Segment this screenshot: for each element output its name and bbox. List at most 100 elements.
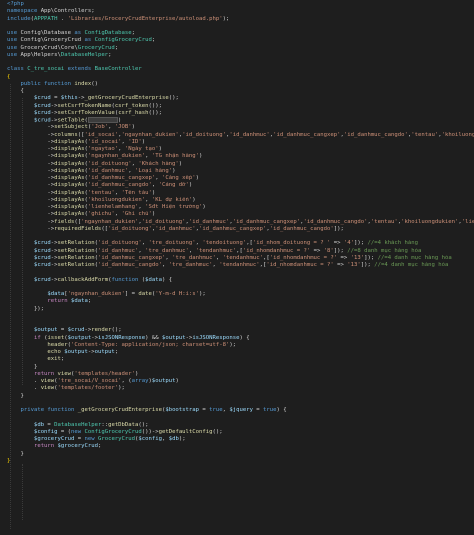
- code-line[interactable]: [7, 414, 474, 421]
- code-line[interactable]: private function _getGroceryCrudEnterpri…: [7, 407, 474, 414]
- code-line[interactable]: exit;: [7, 356, 474, 363]
- code-line[interactable]: namespace App\Controllers;: [7, 8, 474, 15]
- code-line[interactable]: if (isset($output->isJSONResponse) && $o…: [7, 335, 474, 342]
- code-token: DatabaseHelper: [54, 421, 102, 428]
- code-line[interactable]: ->displayAs('tentau', 'Tên tàu'): [7, 190, 474, 197]
- code-token: ,[: [263, 254, 270, 261]
- code-line[interactable]: use GroceryCrud\Core\GroceryCrud;: [7, 45, 474, 52]
- code-line[interactable]: }: [7, 451, 474, 458]
- code-line[interactable]: $crud = $this->_getGroceryCrudEnterprise…: [7, 95, 474, 102]
- code-line[interactable]: ->setSubject('Job', 'JOB'): [7, 124, 474, 131]
- code-token: $data: [71, 298, 88, 305]
- code-line[interactable]: }: [7, 458, 474, 465]
- code-line[interactable]: public function index(): [7, 81, 474, 88]
- code-line[interactable]: $crud->setRelation('id_danhmuc_cangxep',…: [7, 255, 474, 262]
- code-token: as: [74, 30, 85, 36]
- code-line[interactable]: {: [7, 88, 474, 95]
- code-line[interactable]: use App\Helpers\DatabaseHelper;: [7, 52, 474, 59]
- code-line[interactable]: ->displayAs('id_doituong', 'Khách hàng'): [7, 161, 474, 168]
- code-token: ;: [131, 30, 136, 36]
- code-line[interactable]: header('Content-Type: application/json; …: [7, 342, 474, 349]
- code-line[interactable]: ->displayAs('id_danhmuc', 'Loại hàng'): [7, 168, 474, 175]
- code-line[interactable]: }: [7, 393, 474, 400]
- code-token: ());: [148, 102, 162, 109]
- code-token: ;: [87, 298, 92, 305]
- code-line[interactable]: class C_tre_socai extends BaseController: [7, 66, 474, 73]
- code-token: 'ngaynhan_dukien': [67, 291, 125, 297]
- code-token: _getGroceryCrudEnterprise: [84, 95, 169, 102]
- code-line[interactable]: {: [7, 74, 474, 81]
- code-line[interactable]: [7, 313, 474, 320]
- code-line[interactable]: echo $output->output;: [7, 349, 474, 356]
- code-line[interactable]: $crud->setRelation('id_danhmuc', 'tre_da…: [7, 248, 474, 255]
- code-token: ] =: [124, 291, 139, 297]
- code-line[interactable]: }: [7, 364, 474, 371]
- code-line[interactable]: [7, 400, 474, 407]
- code-line[interactable]: $crud->setTable(): [7, 117, 474, 124]
- code-token: Config\GroceryCrud: [20, 37, 85, 44]
- code-line[interactable]: return $groceryCrud;: [7, 443, 474, 450]
- code-token: ,: [188, 247, 196, 254]
- code-line[interactable]: include(APPPATH . 'Libraries/GroceryCrud…: [7, 16, 474, 23]
- code-line[interactable]: ->displayAs('ghichu', 'Ghi chú'): [7, 211, 474, 218]
- code-line[interactable]: $crud->setCsrfTokenValue(csrf_hash());: [7, 110, 474, 117]
- code-token: render: [91, 327, 112, 334]
- code-editor[interactable]: <?php namespace App\Controllers; include(A…: [0, 0, 474, 535]
- code-token: csrf_hash: [118, 109, 149, 116]
- code-token: ->: [7, 196, 55, 203]
- code-line[interactable]: ->displayAs('id_danhmuc_cangdo', 'Cảng d…: [7, 182, 474, 189]
- code-line[interactable]: ->fields(['ngaynhan_dukien','id_doituong…: [7, 219, 474, 226]
- code-line[interactable]: ->requiredFields(['id_doituong','id_danh…: [7, 226, 474, 233]
- code-line[interactable]: <?php: [7, 1, 474, 8]
- code-line[interactable]: [7, 23, 474, 30]
- code-line[interactable]: ->displayAs('id_socai', 'ID'): [7, 139, 474, 146]
- code-line[interactable]: ->displayAs('khoiluongdukien', 'KL dự ki…: [7, 197, 474, 204]
- code-line[interactable]: });: [7, 306, 474, 313]
- code-token: $output: [33, 327, 58, 334]
- code-line[interactable]: [7, 59, 474, 66]
- code-token: =>: [333, 262, 348, 268]
- code-token: function: [111, 276, 142, 283]
- code-line[interactable]: $crud->setCsrfTokenName(csrf_token());: [7, 103, 474, 110]
- code-line[interactable]: $crud->setRelation('id_danhmuc_cangdo', …: [7, 262, 474, 269]
- code-line[interactable]: return $data;: [7, 298, 474, 305]
- code-line[interactable]: $data['ngaynhan_dukien'] = date('Y-m-d H…: [7, 291, 474, 298]
- code-line[interactable]: . view('templates/footer');: [7, 385, 474, 392]
- code-line[interactable]: ->displayAs('ngaynhan_dukien', 'TG nhận …: [7, 153, 474, 160]
- code-line[interactable]: ->displayAs('ngaytao', 'Ngày tạo'): [7, 146, 474, 153]
- code-line[interactable]: [7, 320, 474, 327]
- code-token: $output: [151, 378, 176, 384]
- code-line[interactable]: . view('tre_socai/V_socai', (array)$outp…: [7, 378, 474, 385]
- code-line[interactable]: use Config\Database as ConfigDatabase;: [7, 30, 474, 37]
- code-line[interactable]: return view('templates/header'): [7, 371, 474, 378]
- code-line[interactable]: [7, 233, 474, 240]
- code-line[interactable]: $crud->setRelation('id_doituong', 'tre_d…: [7, 240, 474, 247]
- code-token: ) {: [239, 334, 250, 341]
- code-line[interactable]: $output = $crud->render();: [7, 327, 474, 334]
- code-line[interactable]: $config = (new ConfigGroceryCrud())->get…: [7, 429, 474, 436]
- code-line[interactable]: ->displayAs('lienhelamhang', 'Sđt Hiện t…: [7, 204, 474, 211]
- code-token: ) &&: [145, 334, 162, 341]
- code-line[interactable]: $db = DatabaseHelper::getDbData();: [7, 422, 474, 429]
- code-token: });: [7, 305, 45, 312]
- code-line[interactable]: use Config\GroceryCrud as ConfigGroceryC…: [7, 37, 474, 44]
- code-token: 'id_socai': [84, 131, 119, 138]
- code-token: setCsrfTokenValue: [57, 109, 115, 116]
- code-line[interactable]: $groceryCrud = new GroceryCrud($config, …: [7, 436, 474, 443]
- code-token: {: [7, 88, 24, 94]
- code-token: C_tre_socai: [27, 66, 68, 73]
- code-token: header: [47, 341, 68, 348]
- code-line[interactable]: [7, 284, 474, 291]
- code-content[interactable]: <?php namespace App\Controllers; include(A…: [7, 1, 474, 465]
- code-token: 'tendanhmuc': [195, 247, 237, 254]
- code-line[interactable]: ->columns(['id_socai','ngaynhan_dukien',…: [7, 132, 474, 139]
- code-line[interactable]: ->displayAs('id_danhmuc_cangxep', 'Cảng …: [7, 175, 474, 182]
- code-token: 'Cảng dỡ': [158, 182, 189, 189]
- code-line[interactable]: $crud->callbackAddForm(function ($data) …: [7, 277, 474, 284]
- code-token: private function: [20, 407, 78, 413]
- code-line[interactable]: [7, 269, 474, 276]
